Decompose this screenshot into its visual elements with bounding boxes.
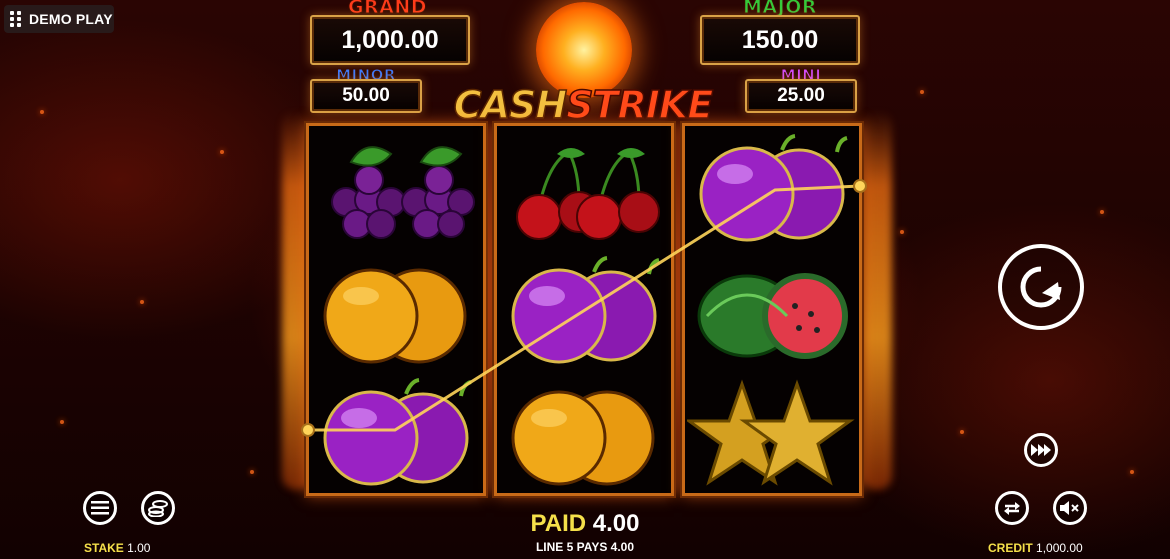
symbol-grapes [311,132,481,250]
reel-2 [494,123,674,496]
symbol-plum [311,376,481,494]
paid-label: PAID [530,510,587,537]
fast-forward-icon [1031,444,1051,456]
paid-display: PAID 4.00 [500,510,670,538]
major-jackpot-value: 150.00 [700,15,860,65]
symbol-plum [687,132,857,250]
credit-value: 1,000.00 [1036,541,1083,555]
paid-value: 4.00 [592,510,640,537]
right-flames [862,110,892,490]
stake-value: 1.00 [127,541,151,555]
autoplay-icon [1004,502,1020,515]
logo-strike-text: STRIKE [565,82,714,128]
menu-button[interactable] [83,491,117,525]
reel-3 [682,123,862,496]
minor-jackpot-value: 50.00 [310,79,422,113]
mute-icon [1060,501,1079,515]
credit-display: CREDIT 1,000.00 [988,541,1083,555]
logo-cash-text: CASH [453,82,568,128]
symbol-watermelon [687,254,857,372]
stake-label: STAKE [84,541,124,555]
payline-marker-left [301,423,315,437]
symbol-plum [499,254,669,372]
sound-button[interactable] [1053,491,1087,525]
grand-jackpot-value: 1,000.00 [310,15,470,65]
spin-icon [1020,266,1062,308]
grid-menu-icon [10,11,21,27]
reel-1 [306,123,486,496]
menu-icon [91,501,109,515]
line-pays-text: LINE 5 PAYS 4.00 [535,540,635,554]
symbol-star [687,376,857,494]
mini-jackpot-value: 25.00 [745,79,857,113]
turbo-button[interactable] [1024,433,1058,467]
coins-icon [148,500,168,517]
demo-play-badge[interactable]: DEMO PLAY [4,5,114,33]
spin-button[interactable] [998,244,1084,330]
symbol-orange [499,376,669,494]
stake-display: STAKE 1.00 [84,541,150,555]
demo-play-label: DEMO PLAY [29,11,113,27]
payline-marker-right [853,179,867,193]
stake-button[interactable] [141,491,175,525]
symbol-cherries [499,132,669,250]
symbol-orange [311,254,481,372]
autoplay-button[interactable] [995,491,1029,525]
credit-label: CREDIT [988,541,1033,555]
